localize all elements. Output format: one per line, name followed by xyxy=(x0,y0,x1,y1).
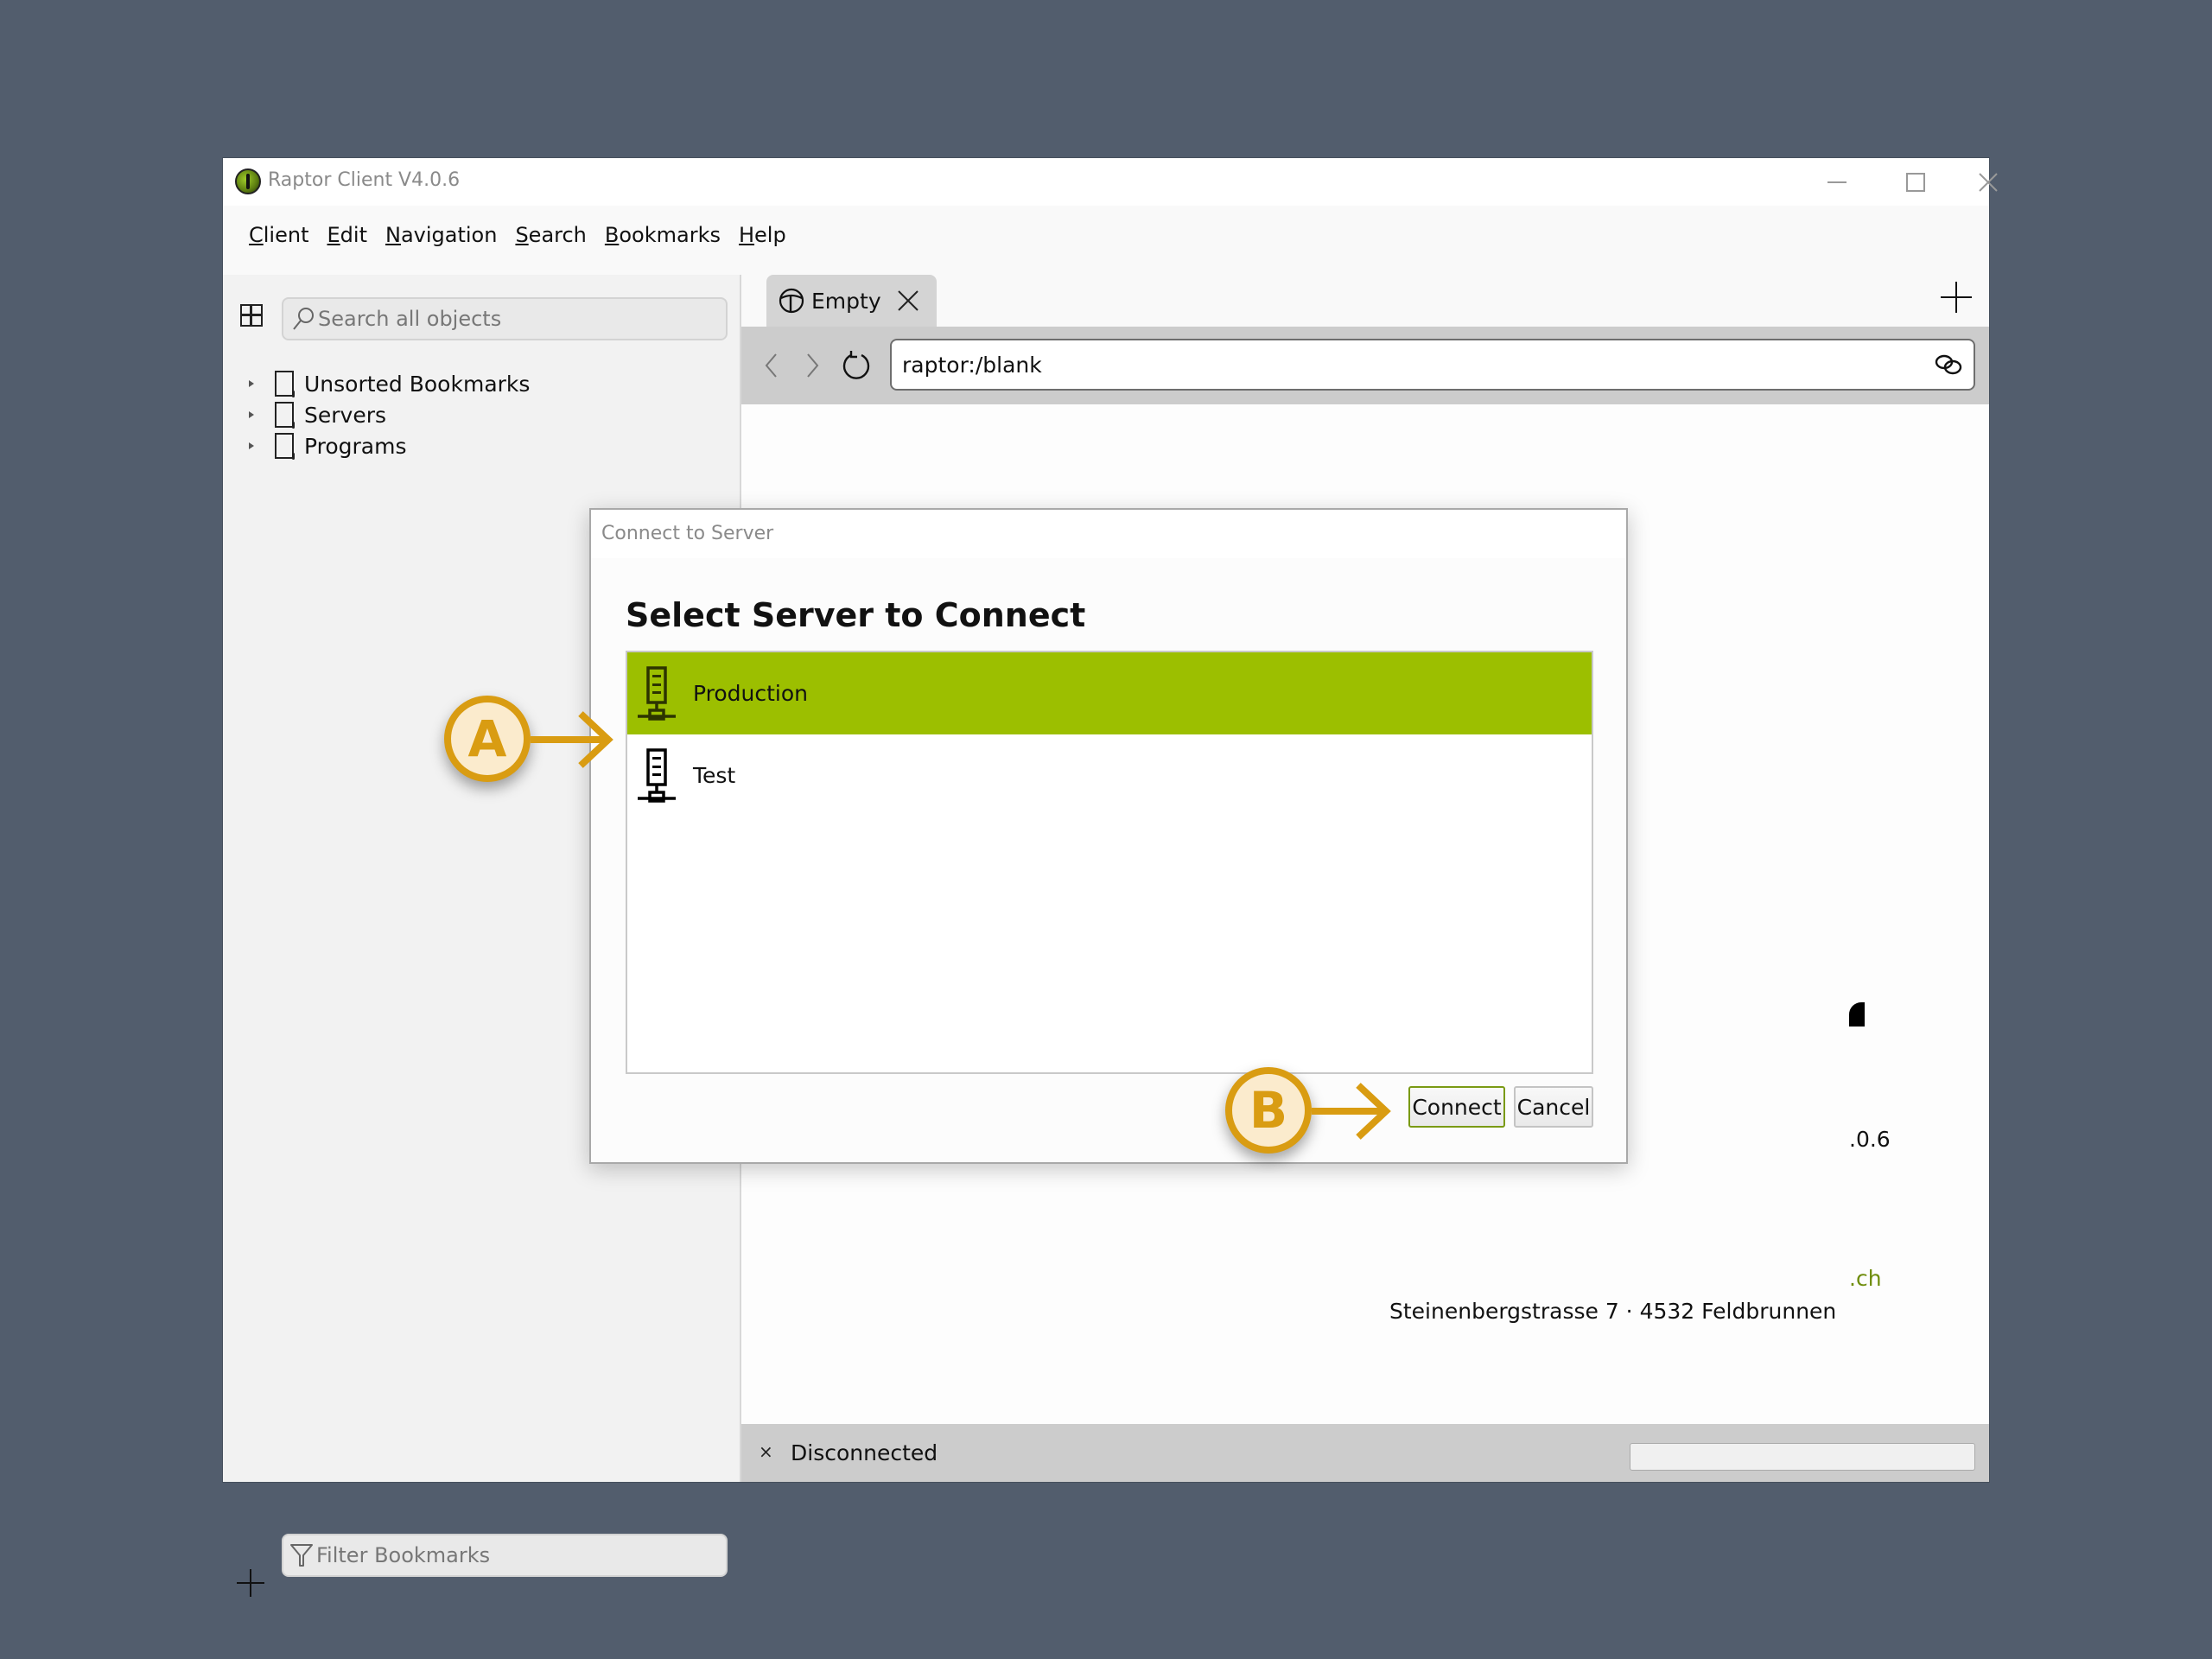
filter-bookmarks-input[interactable]: Filter Bookmarks xyxy=(282,1534,728,1577)
expand-arrow-icon[interactable] xyxy=(249,380,254,387)
tree-item-servers[interactable]: Servers xyxy=(249,399,530,430)
reload-icon xyxy=(842,351,870,379)
background-address-text: Steinenbergstrasse 7 · 4532 Feldbrunnen xyxy=(1389,1299,1837,1324)
maximize-icon xyxy=(1906,172,1925,192)
address-bar-input[interactable]: raptor:/blank xyxy=(890,339,1975,391)
back-button[interactable] xyxy=(753,347,788,384)
dialog-title-bar: Connect to Server xyxy=(591,510,1626,558)
close-icon xyxy=(1979,172,1998,192)
expand-arrow-icon[interactable] xyxy=(249,442,254,449)
tab-empty[interactable]: Empty xyxy=(766,275,937,327)
callout-b: B xyxy=(1225,1067,1312,1154)
folder-icon xyxy=(275,433,295,460)
chevron-right-icon xyxy=(807,353,819,378)
tree-item-programs[interactable]: Programs xyxy=(249,430,530,461)
close-button[interactable] xyxy=(1949,158,2027,206)
link-button[interactable] xyxy=(1934,352,1963,381)
window-title: Raptor Client V4.0.6 xyxy=(268,169,461,191)
folder-icon xyxy=(275,402,295,429)
bookmark-tree: Unsorted Bookmarks Servers Programs xyxy=(249,368,530,461)
dialog-heading: Select Server to Connect xyxy=(626,596,1086,634)
tab-close-button[interactable] xyxy=(897,289,919,312)
forward-button[interactable] xyxy=(796,347,830,384)
chevron-left-icon xyxy=(765,353,777,378)
filter-placeholder: Filter Bookmarks xyxy=(316,1543,491,1567)
menu-search[interactable]: Search xyxy=(515,223,586,247)
callout-b-arrow-icon xyxy=(1312,1083,1391,1140)
server-item-test[interactable]: Test xyxy=(627,734,1592,817)
server-item-production[interactable]: Production xyxy=(627,652,1592,734)
callout-a-arrow-icon xyxy=(531,711,613,768)
callout-a: A xyxy=(444,696,531,782)
connection-status: Disconnected xyxy=(791,1440,938,1465)
background-version-text: .0.6 xyxy=(1849,1127,1891,1152)
menu-edit[interactable]: Edit xyxy=(327,223,367,247)
tab-bar: Empty xyxy=(741,275,1989,327)
menu-bookmarks[interactable]: Bookmarks xyxy=(605,223,721,247)
minimize-button[interactable] xyxy=(1798,158,1876,206)
close-icon xyxy=(897,290,918,311)
raptor-logo-icon xyxy=(235,168,261,194)
reload-button[interactable] xyxy=(839,347,874,384)
link-icon xyxy=(1935,354,1962,375)
menu-bar: Client Edit Navigation Search Bookmarks … xyxy=(223,206,1989,264)
status-bar: × Disconnected xyxy=(741,1424,1989,1482)
filter-icon xyxy=(290,1544,313,1567)
connect-button[interactable]: Connect xyxy=(1408,1086,1505,1128)
server-icon xyxy=(638,665,676,721)
raptor-globe-icon xyxy=(779,288,804,314)
search-input[interactable]: Search all objects xyxy=(282,297,728,340)
maximize-button[interactable] xyxy=(1877,158,1955,206)
search-placeholder: Search all objects xyxy=(318,307,502,331)
title-bar: Raptor Client V4.0.6 xyxy=(223,158,1998,206)
disconnected-icon: × xyxy=(759,1441,773,1462)
raptor-logo-fragment xyxy=(1849,1002,1865,1027)
cancel-button[interactable]: Cancel xyxy=(1514,1086,1593,1128)
new-tab-button[interactable] xyxy=(1941,282,1972,313)
server-list: Production Test xyxy=(626,651,1593,1074)
navigation-toolbar: raptor:/blank xyxy=(741,327,1989,404)
server-icon xyxy=(638,747,676,803)
address-text: raptor:/blank xyxy=(902,352,1042,378)
add-bookmark-button[interactable] xyxy=(237,1569,264,1597)
dialog-title: Connect to Server xyxy=(601,523,774,544)
minimize-icon xyxy=(1827,181,1847,183)
connect-to-server-dialog: Connect to Server Select Server to Conne… xyxy=(589,508,1628,1164)
background-website-link[interactable]: .ch xyxy=(1849,1266,1882,1291)
folder-icon xyxy=(275,371,295,397)
tree-item-unsorted-bookmarks[interactable]: Unsorted Bookmarks xyxy=(249,368,530,399)
status-progress-field xyxy=(1630,1443,1975,1471)
menu-client[interactable]: Client xyxy=(249,223,309,247)
search-icon xyxy=(293,308,314,330)
menu-help[interactable]: Help xyxy=(739,223,786,247)
expand-arrow-icon[interactable] xyxy=(249,411,254,418)
grid-view-icon[interactable] xyxy=(240,304,263,327)
menu-navigation[interactable]: Navigation xyxy=(385,223,497,247)
